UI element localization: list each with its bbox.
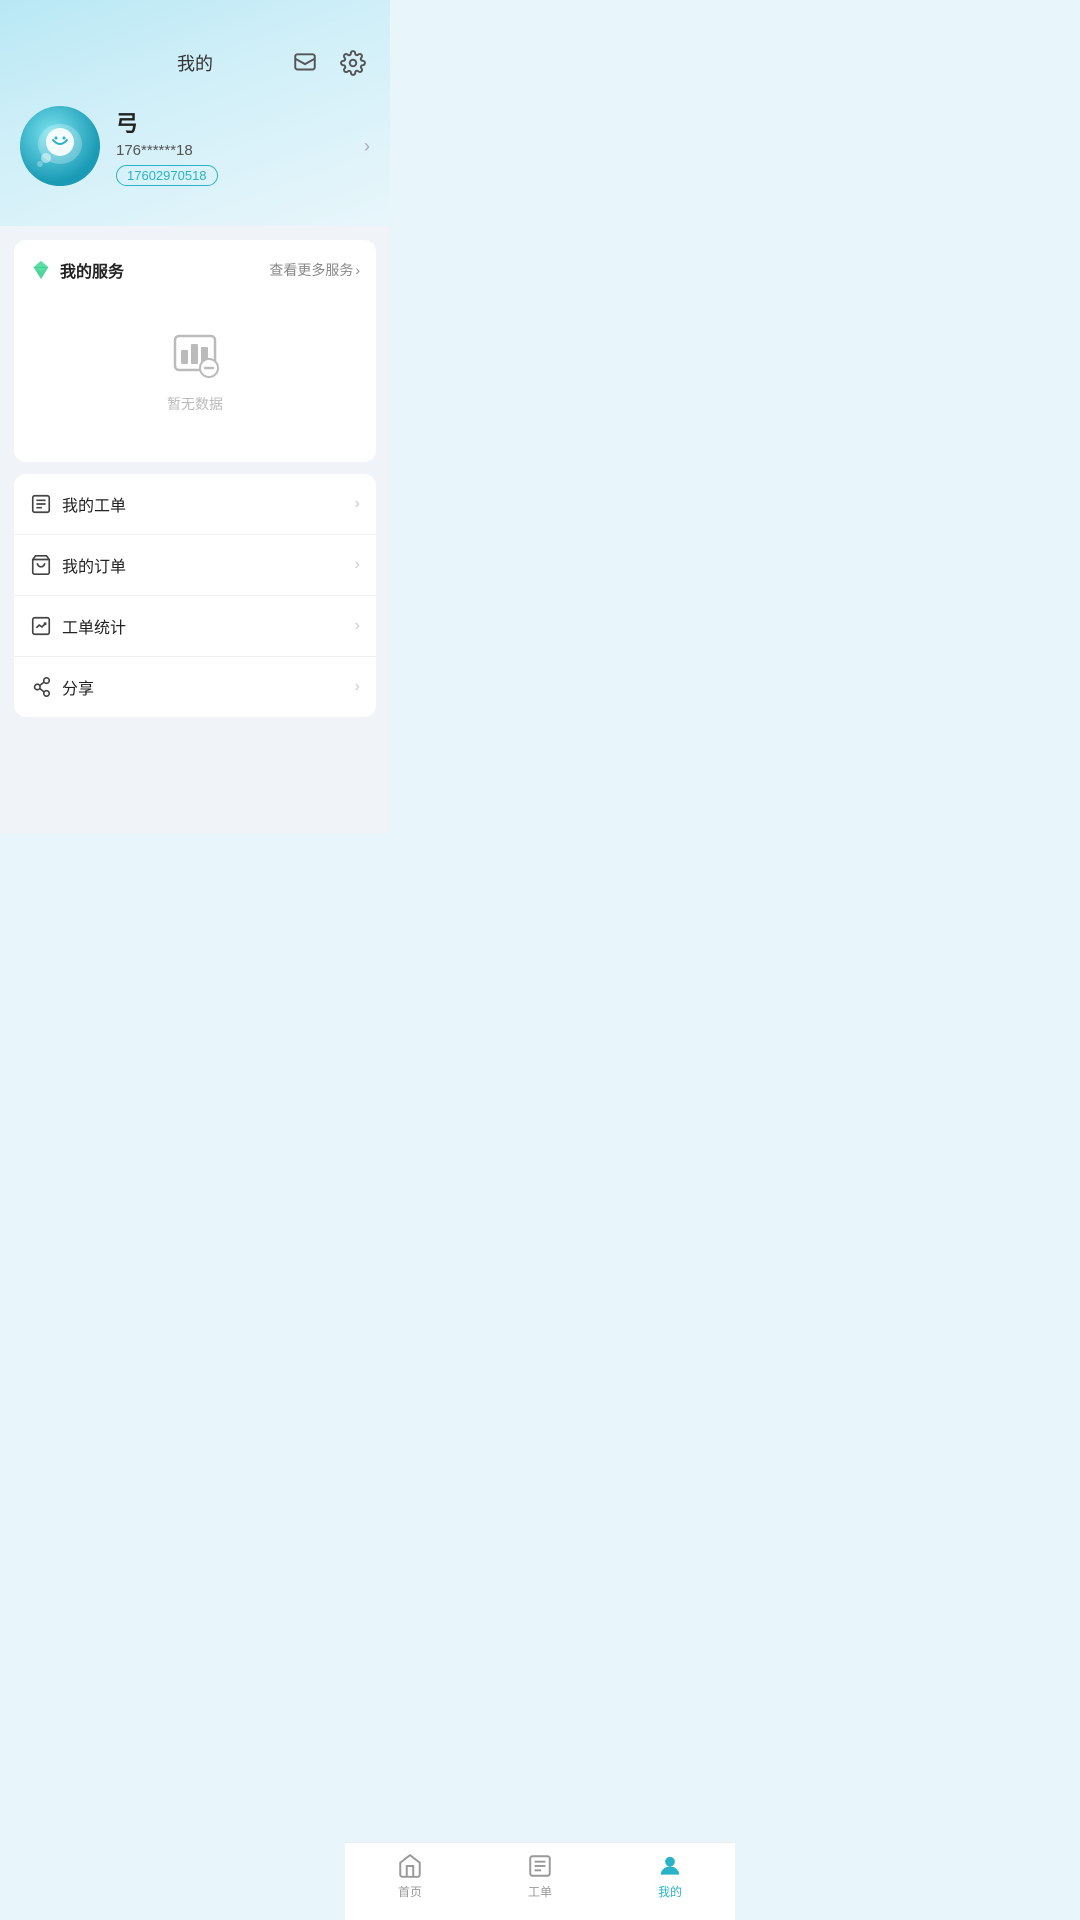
menu-item-work-order[interactable]: 我的工单 › — [14, 474, 376, 535]
menu-item-statistics[interactable]: 工单统计 › — [14, 596, 376, 657]
service-title: 我的服务 — [60, 258, 124, 282]
service-header: 我的服务 查看更多服务 › — [30, 258, 360, 282]
profile-section[interactable]: 弓 176******18 17602970518 › — [20, 106, 370, 206]
work-order-icon — [30, 493, 52, 515]
settings-icon — [340, 50, 366, 76]
menu-label-order: 我的订单 — [62, 553, 126, 577]
service-more-button[interactable]: 查看更多服务 › — [269, 260, 360, 280]
profile-phone-masked: 176******18 — [116, 142, 348, 159]
nav-item-mine[interactable]: 我的 — [605, 1853, 735, 1900]
menu-item-share[interactable]: 分享 › — [14, 657, 376, 717]
settings-button[interactable] — [336, 46, 370, 80]
message-icon — [292, 50, 318, 76]
page-title: 我的 — [177, 50, 213, 76]
menu-label-statistics: 工单统计 — [62, 614, 126, 638]
profile-name: 弓 — [116, 106, 348, 138]
work-order-arrow: › — [355, 495, 360, 513]
empty-text: 暂无数据 — [167, 394, 223, 414]
service-title-group: 我的服务 — [30, 258, 124, 282]
menu-item-order[interactable]: 我的订单 › — [14, 535, 376, 596]
avatar-image — [20, 106, 100, 186]
main-content: 我的服务 查看更多服务 › 暂无数据 — [0, 226, 390, 833]
menu-label-work-order: 我的工单 — [62, 492, 126, 516]
nav-item-home[interactable]: 首页 — [345, 1853, 475, 1900]
message-button[interactable] — [288, 46, 322, 80]
empty-data-icon — [167, 328, 223, 384]
service-card: 我的服务 查看更多服务 › 暂无数据 — [14, 240, 376, 462]
profile-info: 弓 176******18 17602970518 — [116, 106, 348, 186]
profile-arrow: › — [364, 136, 370, 157]
menu-card: 我的工单 › 我的订单 › — [14, 474, 376, 717]
bottom-nav: 首页 工单 我的 — [345, 1842, 735, 1920]
diamond-icon — [30, 259, 52, 281]
nav-label-mine: 我的 — [658, 1883, 682, 1900]
mine-nav-icon — [657, 1853, 683, 1879]
avatar — [20, 106, 100, 186]
workorder-nav-icon — [527, 1853, 553, 1879]
order-arrow: › — [355, 556, 360, 574]
statistics-arrow: › — [355, 617, 360, 635]
menu-label-share: 分享 — [62, 675, 94, 699]
share-arrow: › — [355, 678, 360, 696]
header-icons — [288, 46, 370, 80]
header: 我的 — [0, 0, 390, 226]
nav-label-workorder: 工单 — [528, 1883, 552, 1900]
home-icon — [397, 1853, 423, 1879]
profile-phone-badge[interactable]: 17602970518 — [116, 165, 218, 186]
header-top: 我的 — [20, 50, 370, 76]
nav-item-workorder[interactable]: 工单 — [475, 1853, 605, 1900]
statistics-icon — [30, 615, 52, 637]
service-empty: 暂无数据 — [30, 298, 360, 444]
service-more-label: 查看更多服务 — [269, 260, 353, 280]
bottom-spacer — [14, 729, 376, 819]
nav-label-home: 首页 — [398, 1883, 422, 1900]
share-icon — [30, 676, 52, 698]
order-icon — [30, 554, 52, 576]
